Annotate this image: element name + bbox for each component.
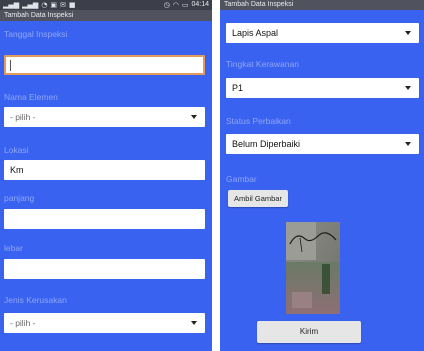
dropdown-arrow-icon: [405, 86, 411, 90]
nama-elemen-label: Nama Elemen: [4, 92, 58, 102]
tanggal-inspeksi-label: Tanggal Inspeksi: [4, 29, 68, 39]
kirim-button[interactable]: Kirim: [257, 321, 361, 343]
battery-icon: ▭: [181, 1, 189, 9]
wifi-icon: ◠: [172, 1, 179, 9]
jenis-kerusakan-label: Jenis Kerusakan: [4, 295, 67, 305]
jenis-kerusakan-value: - pilih -: [10, 318, 36, 328]
gambar-label: Gambar: [226, 174, 257, 184]
status-perbaikan-value: Belum Diperbaiki: [232, 139, 301, 149]
nama-elemen-select[interactable]: - pilih -: [4, 107, 205, 127]
lebar-input[interactable]: [4, 259, 205, 279]
alarm-icon: ◷: [163, 1, 170, 9]
left-phone-screen: ▂▄▆ ▂▄▆ ◔ ▣ ✉ ■ ◷ ◠ ▭ 04:14 Tambah Data …: [0, 0, 212, 351]
lapis-aspal-select[interactable]: Lapis Aspal: [226, 23, 419, 43]
status-perbaikan-select[interactable]: Belum Diperbaiki: [226, 134, 419, 154]
tanggal-inspeksi-input[interactable]: [4, 55, 205, 75]
panjang-input[interactable]: [4, 209, 205, 229]
dropdown-arrow-icon: [191, 115, 197, 119]
title-bar: Tambah Data Inspeksi: [0, 10, 212, 21]
status-perbaikan-label: Status Perbaikan: [226, 116, 291, 126]
status-bar: ▂▄▆ ▂▄▆ ◔ ▣ ✉ ■ ◷ ◠ ▭ 04:14: [0, 0, 212, 10]
text-caret: [10, 60, 11, 71]
title-bar: Tambah Data Inspeksi: [220, 0, 424, 10]
panjang-label: panjang: [4, 193, 35, 203]
lokasi-input[interactable]: Km: [4, 160, 205, 180]
nama-elemen-value: - pilih -: [10, 112, 36, 122]
tingkat-kerawanan-value: P1: [232, 83, 244, 93]
status-time: 04:14: [191, 1, 209, 8]
image-icon: ▣: [50, 1, 58, 9]
right-phone-screen: Tambah Data Inspeksi Lapis Aspal Tingkat…: [220, 0, 424, 351]
ambil-gambar-button[interactable]: Ambil Gambar: [228, 190, 288, 207]
dropdown-arrow-icon: [405, 142, 411, 146]
lokasi-value: Km: [10, 165, 24, 175]
signal-icon: ▂▄▆: [22, 1, 39, 9]
wifi-icon: ◔: [41, 1, 48, 9]
tingkat-kerawanan-select[interactable]: P1: [226, 78, 419, 98]
captured-photo-image: [286, 222, 340, 314]
lapis-aspal-value: Lapis Aspal: [232, 28, 279, 38]
dropdown-arrow-icon: [191, 321, 197, 325]
lebar-label: lebar: [4, 243, 23, 253]
page-title: Tambah Data Inspeksi: [4, 12, 74, 19]
message-icon: ✉: [60, 1, 66, 9]
dropdown-arrow-icon: [405, 31, 411, 35]
tingkat-kerawanan-label: Tingkat Kerawanan: [226, 59, 299, 69]
page-title: Tambah Data Inspeksi: [224, 1, 294, 8]
signal-icon: ▂▄▆: [3, 1, 20, 9]
lokasi-label: Lokasi: [4, 145, 29, 155]
jenis-kerusakan-select[interactable]: - pilih -: [4, 313, 205, 333]
notification-icon: ■: [68, 1, 76, 9]
